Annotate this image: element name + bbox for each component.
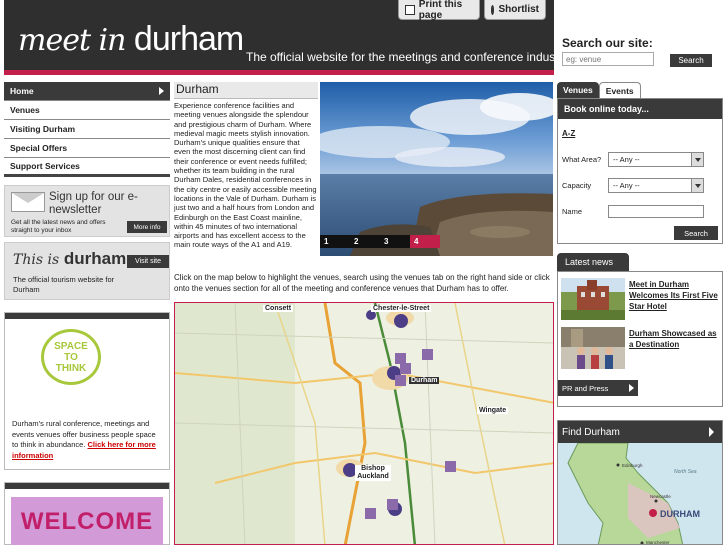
print-label: Print this page xyxy=(418,0,463,21)
name-input[interactable] xyxy=(608,205,704,218)
slide-button-4[interactable]: 4 xyxy=(410,235,440,248)
box-top-bar xyxy=(5,313,169,319)
news-link-five-star-hotel[interactable]: Meet in Durham Welcomes Its First Five S… xyxy=(629,279,719,312)
map-label-edinburgh: Edinburgh xyxy=(622,463,643,468)
booking-tabs: Venues Events xyxy=(557,82,641,98)
find-durham-box[interactable]: Find Durham Edinburgh Newcastle Manchest… xyxy=(557,420,723,545)
shortlist-label: Shortlist xyxy=(498,4,539,15)
a-z-link[interactable]: A-Z xyxy=(562,129,575,138)
chevron-down-icon xyxy=(691,179,703,192)
nav-item-special-offers[interactable]: Special Offers xyxy=(4,139,170,158)
capacity-label: Capacity xyxy=(562,181,592,190)
map-label-manchester: Manchester xyxy=(646,540,670,545)
capacity-select[interactable]: -- Any -- xyxy=(608,178,704,193)
box-top-bar xyxy=(5,483,169,489)
pr-and-press-button[interactable]: PR and Press xyxy=(558,380,638,396)
site-logo[interactable]: meet in durham xyxy=(18,20,244,59)
news-item[interactable]: Meet in Durham Welcomes Its First Five S… xyxy=(561,278,721,320)
logo-line-3: THINK xyxy=(55,362,87,374)
nav-item-venues[interactable]: Venues xyxy=(4,101,170,120)
more-info-button[interactable]: More info xyxy=(127,221,167,233)
latest-news-tab[interactable]: Latest news xyxy=(557,253,629,271)
chevron-down-icon xyxy=(691,153,703,166)
page-title: Durham xyxy=(174,82,318,99)
map-label-newcastle: Newcastle xyxy=(650,494,671,499)
area-select-value: -- Any -- xyxy=(613,155,640,164)
tab-venues[interactable]: Venues xyxy=(557,82,599,98)
this-is-durham-text: The official tourism website for Durham xyxy=(13,275,115,294)
people-thumbnail-image xyxy=(561,327,625,369)
news-item[interactable]: Durham Showcased as a Destination xyxy=(561,327,721,369)
visit-site-button[interactable]: Visit site xyxy=(127,255,169,268)
slide-button-2[interactable]: 2 xyxy=(350,235,380,248)
map-label-north-sea: North Sea xyxy=(674,469,697,475)
area-label: What Area? xyxy=(562,155,602,164)
map-label-wingate: Wingate xyxy=(477,407,509,414)
printer-icon xyxy=(405,4,415,15)
map-label-durham: DURHAM xyxy=(660,509,700,519)
space-to-think-box: SPACE TO THINK Durham's rural conference… xyxy=(4,312,170,470)
logo-line-1: SPACE xyxy=(54,340,88,352)
map-label-bishop-auckland: Bishop Auckland xyxy=(355,465,391,481)
checkmark-icon xyxy=(491,4,495,15)
logo-line-2: TO xyxy=(64,351,78,363)
search-button[interactable]: Search xyxy=(670,54,712,67)
slide-button-1[interactable]: 1 xyxy=(320,235,350,248)
shortlist-button[interactable]: Shortlist xyxy=(484,0,546,20)
site-tagline: The official website for the meetings an… xyxy=(246,50,569,64)
map-label-durham: Durham xyxy=(409,377,440,384)
find-durham-header[interactable]: Find Durham xyxy=(558,421,722,443)
map-label-chester-le-street: Chester-le-Street xyxy=(371,305,432,312)
nav-item-visiting-durham[interactable]: Visiting Durham xyxy=(4,120,170,139)
booking-heading: Book online today... xyxy=(558,99,722,119)
find-durham-title: Find Durham xyxy=(562,426,620,438)
booking-panel: Book online today... A-Z What Area? -- A… xyxy=(557,98,723,244)
slideshow-photo[interactable] xyxy=(320,82,553,256)
chevron-right-icon xyxy=(709,427,714,437)
search-input[interactable] xyxy=(562,52,654,66)
booking-search-button[interactable]: Search xyxy=(674,226,718,240)
map-instructions: Click on the map below to highlight the … xyxy=(174,273,550,293)
uk-location-map-image: Edinburgh Newcastle Manchester North Sea… xyxy=(558,442,722,545)
venue-map[interactable]: Consett Chester-le-Street Durham Wingate… xyxy=(174,302,554,545)
latest-news-box: Meet in Durham Welcomes Its First Five S… xyxy=(557,271,723,407)
slideshow-nav: 1 2 3 4 xyxy=(320,235,440,248)
search-title: Search our site: xyxy=(562,36,653,50)
space-to-think-logo: SPACE TO THINK xyxy=(41,329,101,385)
welcome-box: WELCOME xyxy=(4,482,170,545)
tab-events[interactable]: Events xyxy=(598,82,641,98)
nav-item-home[interactable]: Home xyxy=(4,82,170,101)
envelope-icon xyxy=(11,192,45,212)
capacity-select-value: -- Any -- xyxy=(613,181,640,190)
coastal-landscape-image xyxy=(320,82,553,256)
road-map-image xyxy=(175,303,553,544)
header-accent-strip xyxy=(4,70,554,75)
this-is-durham-promo[interactable]: This is durham Visit site The official t… xyxy=(4,242,170,300)
brand-prefix: This is xyxy=(13,252,60,268)
intro-text: Experience conference facilities and mee… xyxy=(174,101,317,250)
logo-word: durham xyxy=(133,20,244,58)
welcome-banner[interactable]: WELCOME xyxy=(11,497,163,545)
news-link-destination[interactable]: Durham Showcased as a Destination xyxy=(629,328,719,350)
map-label-consett: Consett xyxy=(263,305,294,312)
logo-script: meet in xyxy=(18,23,126,58)
hotel-thumbnail-image xyxy=(561,278,625,320)
space-to-think-text: Durham's rural conference, meetings and … xyxy=(12,419,164,461)
brand-word: durham xyxy=(63,249,127,268)
newsletter-headline: Sign up for our e-newsletter xyxy=(49,191,138,216)
slide-button-3[interactable]: 3 xyxy=(380,235,410,248)
name-label: Name xyxy=(562,207,583,216)
this-is-durham-logo: This is durham xyxy=(13,249,126,269)
area-select[interactable]: -- Any -- xyxy=(608,152,704,167)
nav-item-support-services[interactable]: Support Services xyxy=(4,158,170,177)
newsletter-text: Get all the latest news and offers strai… xyxy=(11,219,106,234)
main-nav: Home Venues Visiting Durham Special Offe… xyxy=(4,82,170,177)
newsletter-promo[interactable]: Sign up for our e-newsletter Get all the… xyxy=(4,185,170,237)
print-button[interactable]: Print this page xyxy=(398,0,480,21)
